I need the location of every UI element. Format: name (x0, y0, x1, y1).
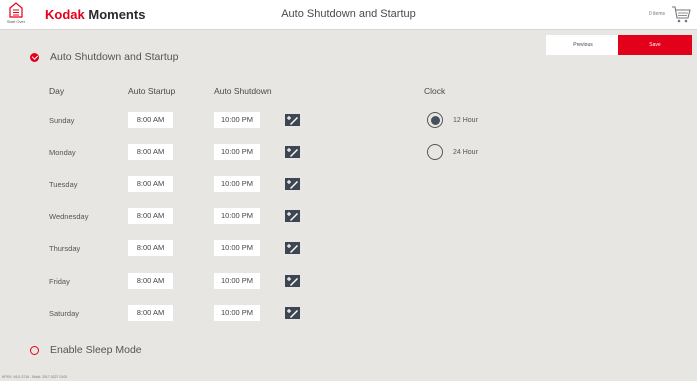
shutdown-time-input[interactable]: 10:00 PM (214, 144, 260, 160)
schedule-row-thursday: Thursday 8:00 AM 10:00 PM (0, 240, 380, 258)
unchecked-circle-icon (30, 345, 39, 355)
sleep-mode-label: Enable Sleep Mode (50, 344, 142, 356)
shutdown-time-input[interactable]: 10:00 PM (214, 305, 260, 321)
schedule-row-sunday: Sunday 8:00 AM 10:00 PM (0, 112, 380, 130)
startup-time-input[interactable]: 8:00 AM (128, 240, 173, 256)
shutdown-time-input[interactable]: 10:00 PM (214, 208, 260, 224)
shutdown-time-input[interactable]: 10:00 PM (214, 240, 260, 256)
startup-time-input[interactable]: 8:00 AM (128, 208, 173, 224)
day-label: Monday (49, 148, 76, 157)
copy-to-all-icon[interactable] (285, 146, 300, 158)
radio-selected-icon[interactable] (427, 112, 443, 128)
check-circle-icon (30, 52, 39, 62)
cart-count[interactable]: 0 items (649, 11, 665, 17)
clock-label: Clock (424, 86, 446, 96)
radio-label: 12 Hour (453, 116, 478, 124)
column-header-shutdown: Auto Shutdown (214, 86, 272, 96)
day-label: Tuesday (49, 180, 78, 189)
startup-time-input[interactable]: 8:00 AM (128, 144, 173, 160)
copy-to-all-icon[interactable] (285, 242, 300, 254)
day-label: Thursday (49, 244, 81, 253)
startup-time-input[interactable]: 8:00 AM (128, 273, 173, 289)
schedule-row-monday: Monday 8:00 AM 10:00 PM (0, 144, 380, 162)
day-label: Sunday (49, 116, 75, 125)
schedule-row-wednesday: Wednesday 8:00 AM 10:00 PM (0, 208, 380, 226)
schedule-row-friday: Friday 8:00 AM 10:00 PM (0, 273, 380, 291)
cart-icon[interactable] (671, 5, 691, 24)
copy-to-all-icon[interactable] (285, 307, 300, 319)
copy-to-all-icon[interactable] (285, 275, 300, 287)
day-label: Wednesday (49, 212, 89, 221)
shutdown-time-input[interactable]: 10:00 PM (214, 273, 260, 289)
shutdown-time-input[interactable]: 10:00 PM (214, 176, 260, 192)
clock-option-12-hour[interactable]: 12 Hour (427, 112, 478, 128)
auto-shutdown-label: Auto Shutdown and Startup (50, 51, 179, 63)
startup-time-input[interactable]: 8:00 AM (128, 112, 173, 128)
previous-button[interactable]: Previous (546, 35, 620, 55)
startup-time-input[interactable]: 8:00 AM (128, 176, 173, 192)
copy-to-all-icon[interactable] (285, 178, 300, 190)
radio-unselected-icon[interactable] (427, 144, 443, 160)
top-bar: Start Over Kodak Moments Auto Shutdown a… (0, 0, 697, 30)
sleep-mode-toggle[interactable]: Enable Sleep Mode (30, 344, 142, 356)
radio-label: 24 Hour (453, 148, 478, 156)
copy-to-all-icon[interactable] (285, 114, 300, 126)
shutdown-time-input[interactable]: 10:00 PM (214, 112, 260, 128)
page-title: Auto Shutdown and Startup (281, 8, 416, 20)
column-header-startup: Auto Startup (128, 86, 176, 96)
schedule-row-saturday: Saturday 8:00 AM 10:00 PM (0, 305, 380, 323)
column-header-day: Day (49, 86, 65, 96)
auto-shutdown-toggle[interactable]: Auto Shutdown and Startup (30, 51, 178, 63)
copy-to-all-icon[interactable] (285, 210, 300, 222)
day-label: Friday (49, 277, 70, 286)
schedule-row-tuesday: Tuesday 8:00 AM 10:00 PM (0, 176, 380, 194)
version-text: KPSV: V6.0.3716 - Build: 2017.0327.0100 (2, 375, 68, 379)
save-button[interactable]: Save (618, 35, 692, 55)
clock-option-24-hour[interactable]: 24 Hour (427, 144, 478, 160)
startup-time-input[interactable]: 8:00 AM (128, 305, 173, 321)
day-label: Saturday (49, 309, 80, 318)
